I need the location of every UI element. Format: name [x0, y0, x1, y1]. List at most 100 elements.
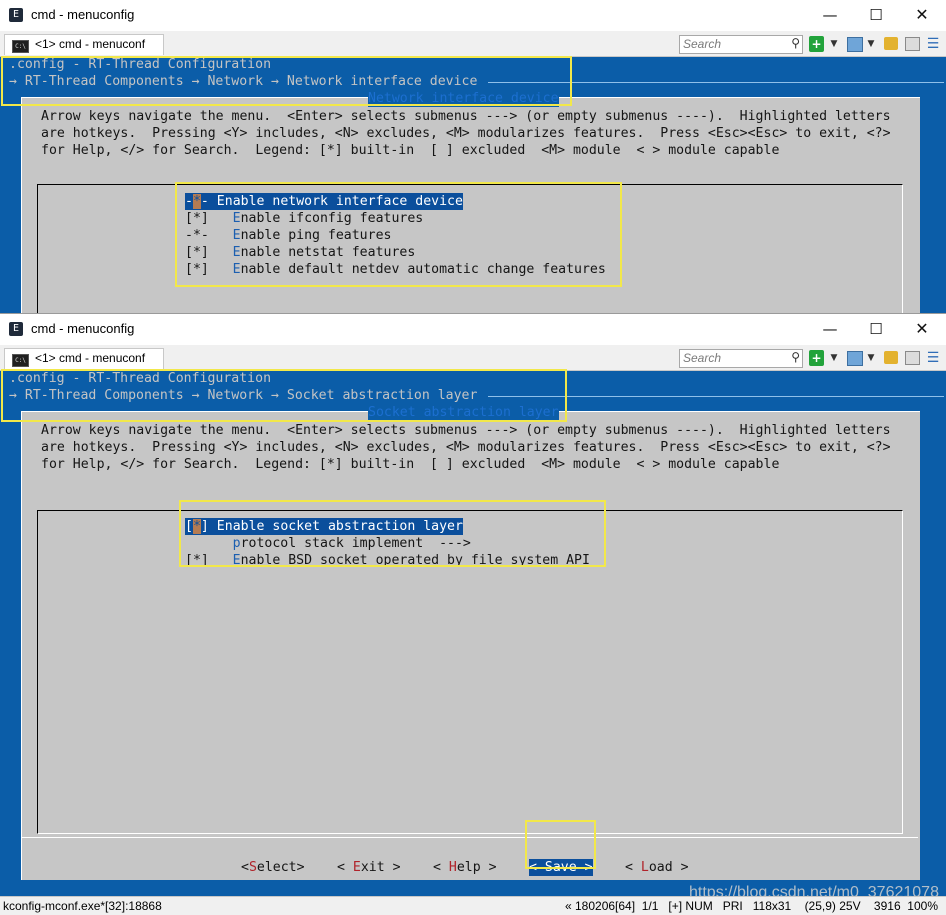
- dropdown-icon[interactable]: ▼: [866, 36, 876, 52]
- help-line: for Help, </> for Search. Legend: [*] bu…: [41, 457, 780, 472]
- header-divider: [488, 396, 944, 397]
- console-tab-icon: C:\: [12, 354, 29, 367]
- help-line: are hotkeys. Pressing <Y> includes, <N> …: [41, 126, 891, 141]
- status-process: kconfig-mconf.exe*[32]:18868: [3, 899, 162, 913]
- console-area[interactable]: .config - RT-Thread Configuration → RT-T…: [0, 371, 946, 887]
- add-console-icon[interactable]: +: [809, 36, 824, 52]
- btn-label: oad >: [648, 860, 689, 875]
- item-prefix: [185, 536, 233, 551]
- item-prefix: [*]: [185, 245, 233, 260]
- cursor: *: [192, 194, 201, 209]
- help-line: Arrow keys navigate the menu. <Enter> se…: [41, 109, 891, 124]
- status-bar: kconfig-mconf.exe*[32]:18868 « 180206[64…: [0, 896, 946, 915]
- dropdown-icon[interactable]: ▼: [866, 350, 876, 366]
- hotkey: E: [232, 262, 241, 277]
- hamburger-menu-icon[interactable]: ☰: [926, 350, 940, 366]
- close-icon[interactable]: ✕: [911, 4, 933, 26]
- tab-bar: C:\ <1> cmd - menuconf Search ⚲ + ▼ ▼ ☰: [0, 345, 946, 371]
- window-title: cmd - menuconfig: [31, 7, 135, 22]
- document-icon[interactable]: [905, 351, 920, 365]
- menuconfig-dialog: Socket abstraction layer Arrow keys navi…: [21, 404, 920, 886]
- panel-icon[interactable]: [847, 351, 863, 366]
- hamburger-menu-icon[interactable]: ☰: [926, 36, 940, 52]
- menu-item-bsd-socket[interactable]: [*] Enable BSD socket operated by file s…: [185, 552, 590, 569]
- title-bar[interactable]: E cmd - menuconfig — ☐ ✕: [0, 0, 946, 31]
- close-icon[interactable]: ✕: [911, 318, 933, 340]
- menu-item-default-netdev[interactable]: [*] Enable default netdev automatic chan…: [185, 261, 606, 278]
- menu-list: [*] Enable socket abstraction layer prot…: [37, 510, 903, 834]
- minimize-icon[interactable]: —: [819, 4, 841, 26]
- btn-label: elp >: [456, 860, 497, 875]
- btn-bracket: <: [241, 860, 249, 875]
- lock-icon[interactable]: [884, 37, 898, 50]
- save-button[interactable]: < Save >: [529, 859, 593, 876]
- panel-icon[interactable]: [847, 37, 863, 52]
- item-label: nable network interface device: [224, 194, 463, 209]
- hotkey: E: [232, 211, 241, 226]
- window-title: cmd - menuconfig: [31, 321, 135, 336]
- hotkey: E: [232, 245, 241, 260]
- item-prefix: [*]: [185, 211, 233, 226]
- app-e-icon: E: [9, 322, 23, 336]
- breadcrumb-config: .config - RT-Thread Configuration: [9, 57, 272, 72]
- dropdown-icon[interactable]: ▼: [829, 350, 839, 366]
- console-window-1: E cmd - menuconfig — ☐ ✕ C:\ <1> cmd - m…: [0, 0, 946, 314]
- item-prefix: -: [185, 194, 193, 209]
- menu-list: -*- Enable network interface device [*] …: [37, 184, 903, 314]
- tab-label: <1> cmd - menuconf: [35, 37, 146, 51]
- search-input[interactable]: Search ⚲: [679, 349, 803, 368]
- help-button[interactable]: < Help >: [433, 859, 497, 876]
- dialog-title: Network interface device: [368, 90, 559, 107]
- item-prefix: [*]: [185, 553, 233, 568]
- cursor: *: [192, 519, 201, 534]
- minimize-icon[interactable]: —: [819, 318, 841, 340]
- search-icon[interactable]: ⚲: [791, 36, 800, 50]
- hotkey: E: [216, 194, 225, 209]
- console-tab[interactable]: C:\ <1> cmd - menuconf: [4, 34, 164, 55]
- search-input[interactable]: Search ⚲: [679, 35, 803, 54]
- console-area[interactable]: .config - RT-Thread Configuration → RT-T…: [0, 57, 946, 314]
- menu-item-network-interface-device[interactable]: -*- Enable network interface device: [185, 193, 463, 210]
- btn-bracket: <: [433, 860, 449, 875]
- menu-item-netstat[interactable]: [*] Enable netstat features: [185, 244, 415, 261]
- search-placeholder: Search: [683, 351, 722, 365]
- hotkey: H: [448, 860, 457, 875]
- hotkey: S: [544, 860, 553, 875]
- menu-item-socket-abstraction-layer[interactable]: [*] Enable socket abstraction layer: [185, 518, 463, 535]
- hotkey: E: [232, 228, 241, 243]
- load-button[interactable]: < Load >: [625, 859, 689, 876]
- tab-label: <1> cmd - menuconf: [35, 351, 146, 365]
- menu-item-ping[interactable]: -*- Enable ping features: [185, 227, 391, 244]
- item-label: nable default netdev automatic change fe…: [240, 262, 606, 277]
- item-label: nable netstat features: [240, 245, 416, 260]
- help-line: Arrow keys navigate the menu. <Enter> se…: [41, 423, 891, 438]
- document-icon[interactable]: [905, 37, 920, 51]
- maximize-icon[interactable]: ☐: [865, 4, 887, 26]
- dialog-title: Socket abstraction layer: [368, 404, 559, 421]
- help-line: are hotkeys. Pressing <Y> includes, <N> …: [41, 440, 891, 455]
- console-tab-icon: C:\: [12, 40, 29, 53]
- breadcrumb-config: .config - RT-Thread Configuration: [9, 371, 272, 386]
- item-label: nable ifconfig features: [240, 211, 424, 226]
- exit-button[interactable]: < Exit >: [337, 859, 401, 876]
- item-prefix: -: [200, 194, 217, 209]
- search-icon[interactable]: ⚲: [791, 350, 800, 364]
- hotkey: E: [216, 519, 225, 534]
- hotkey: S: [248, 860, 257, 875]
- item-label: rotocol stack implement --->: [240, 536, 471, 551]
- item-prefix: -*-: [185, 228, 233, 243]
- title-bar[interactable]: E cmd - menuconfig — ☐ ✕: [0, 314, 946, 345]
- header-divider: [488, 82, 944, 83]
- console-window-2: E cmd - menuconfig — ☐ ✕ C:\ <1> cmd - m…: [0, 313, 946, 915]
- select-button[interactable]: <Select>: [241, 859, 305, 876]
- btn-bracket: <: [337, 860, 353, 875]
- maximize-icon[interactable]: ☐: [865, 318, 887, 340]
- menu-item-protocol-stack[interactable]: protocol stack implement --->: [185, 535, 471, 552]
- lock-icon[interactable]: [884, 351, 898, 364]
- menu-item-ifconfig[interactable]: [*] Enable ifconfig features: [185, 210, 423, 227]
- console-tab[interactable]: C:\ <1> cmd - menuconf: [4, 348, 164, 369]
- dropdown-icon[interactable]: ▼: [829, 36, 839, 52]
- btn-bracket: <: [529, 860, 545, 875]
- status-info: « 180206[64] 1/1 [+] NUM PRI 118x31 (25,…: [564, 899, 938, 913]
- add-console-icon[interactable]: +: [809, 350, 824, 366]
